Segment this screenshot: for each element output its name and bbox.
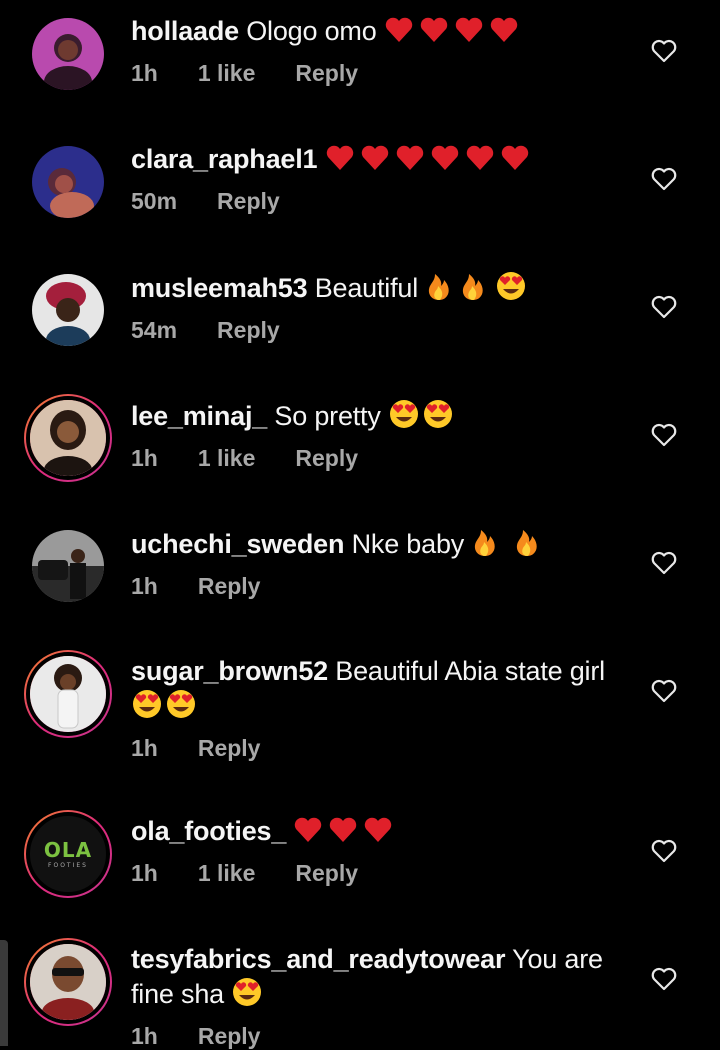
emoji-hearts	[293, 816, 399, 846]
comment-username[interactable]: musleemah53	[131, 273, 308, 303]
emoji-fire-heart-eyes	[418, 272, 531, 303]
comment-time: 1h	[131, 445, 158, 471]
comment-username[interactable]: tesyfabrics_and_readytowear	[131, 944, 505, 974]
comment-text: Beautiful	[314, 273, 418, 303]
comment-username[interactable]: sugar_brown52	[131, 656, 328, 686]
scrollbar[interactable]	[0, 940, 8, 1046]
comment-time: 1h	[131, 573, 158, 599]
ola-footies-logo-sub: FOOTIES	[48, 861, 88, 869]
emoji-fire	[471, 529, 543, 559]
like-heart-icon[interactable]	[650, 165, 678, 193]
comment-time: 1h	[131, 860, 158, 886]
comment-username[interactable]: lee_minaj_	[131, 401, 267, 431]
comment-text: Beautiful Abia state girl	[335, 656, 605, 686]
reply-button[interactable]: Reply	[295, 445, 358, 472]
emoji-heart-eyes	[388, 400, 460, 431]
story-ring	[24, 650, 112, 738]
like-heart-icon[interactable]	[650, 293, 678, 321]
like-heart-icon[interactable]	[650, 677, 678, 705]
ola-footies-logo: OLA	[43, 837, 93, 862]
reply-button[interactable]: Reply	[217, 317, 280, 344]
emoji-hearts	[377, 16, 526, 46]
comment-likes[interactable]: 1 like	[198, 860, 256, 887]
comment-username[interactable]: uchechi_sweden	[131, 529, 344, 559]
emoji-heart-eyes	[231, 978, 267, 1009]
avatar[interactable]	[24, 394, 112, 482]
comment-time: 50m	[131, 188, 178, 214]
avatar[interactable]: OLA FOOTIES	[24, 810, 112, 898]
like-heart-icon[interactable]	[650, 837, 678, 865]
reply-button[interactable]: Reply	[295, 60, 358, 87]
like-heart-icon[interactable]	[650, 965, 678, 993]
story-ring	[24, 938, 112, 1026]
reply-button[interactable]: Reply	[198, 573, 261, 600]
comment-time: 54m	[131, 317, 178, 343]
comment-username[interactable]: ola_footies_	[131, 816, 286, 846]
story-ring: OLA FOOTIES	[24, 810, 112, 898]
comment-likes[interactable]: 1 like	[198, 60, 256, 87]
avatar[interactable]	[26, 268, 110, 352]
comment-time: 1h	[131, 735, 158, 761]
avatar[interactable]	[24, 938, 112, 1026]
avatar[interactable]	[26, 524, 110, 608]
comment-time: 1h	[131, 60, 158, 86]
like-heart-icon[interactable]	[650, 421, 678, 449]
reply-button[interactable]: Reply	[217, 188, 280, 215]
reply-button[interactable]: Reply	[295, 860, 358, 887]
emoji-hearts	[325, 144, 537, 174]
comment-username[interactable]: clara_raphael1	[131, 144, 318, 174]
like-heart-icon[interactable]	[650, 37, 678, 65]
avatar[interactable]	[24, 650, 112, 738]
comment-text: Nke baby	[351, 529, 465, 559]
comment-text: So pretty	[274, 401, 381, 431]
avatar[interactable]	[26, 12, 110, 96]
comment-text: Ologo omo	[246, 16, 377, 46]
emoji-heart-eyes	[131, 690, 203, 721]
reply-button[interactable]: Reply	[198, 735, 261, 762]
comment-likes[interactable]: 1 like	[198, 445, 256, 472]
like-heart-icon[interactable]	[650, 549, 678, 577]
comment-username[interactable]: hollaade	[131, 16, 239, 46]
story-ring	[24, 394, 112, 482]
avatar[interactable]	[26, 140, 110, 224]
